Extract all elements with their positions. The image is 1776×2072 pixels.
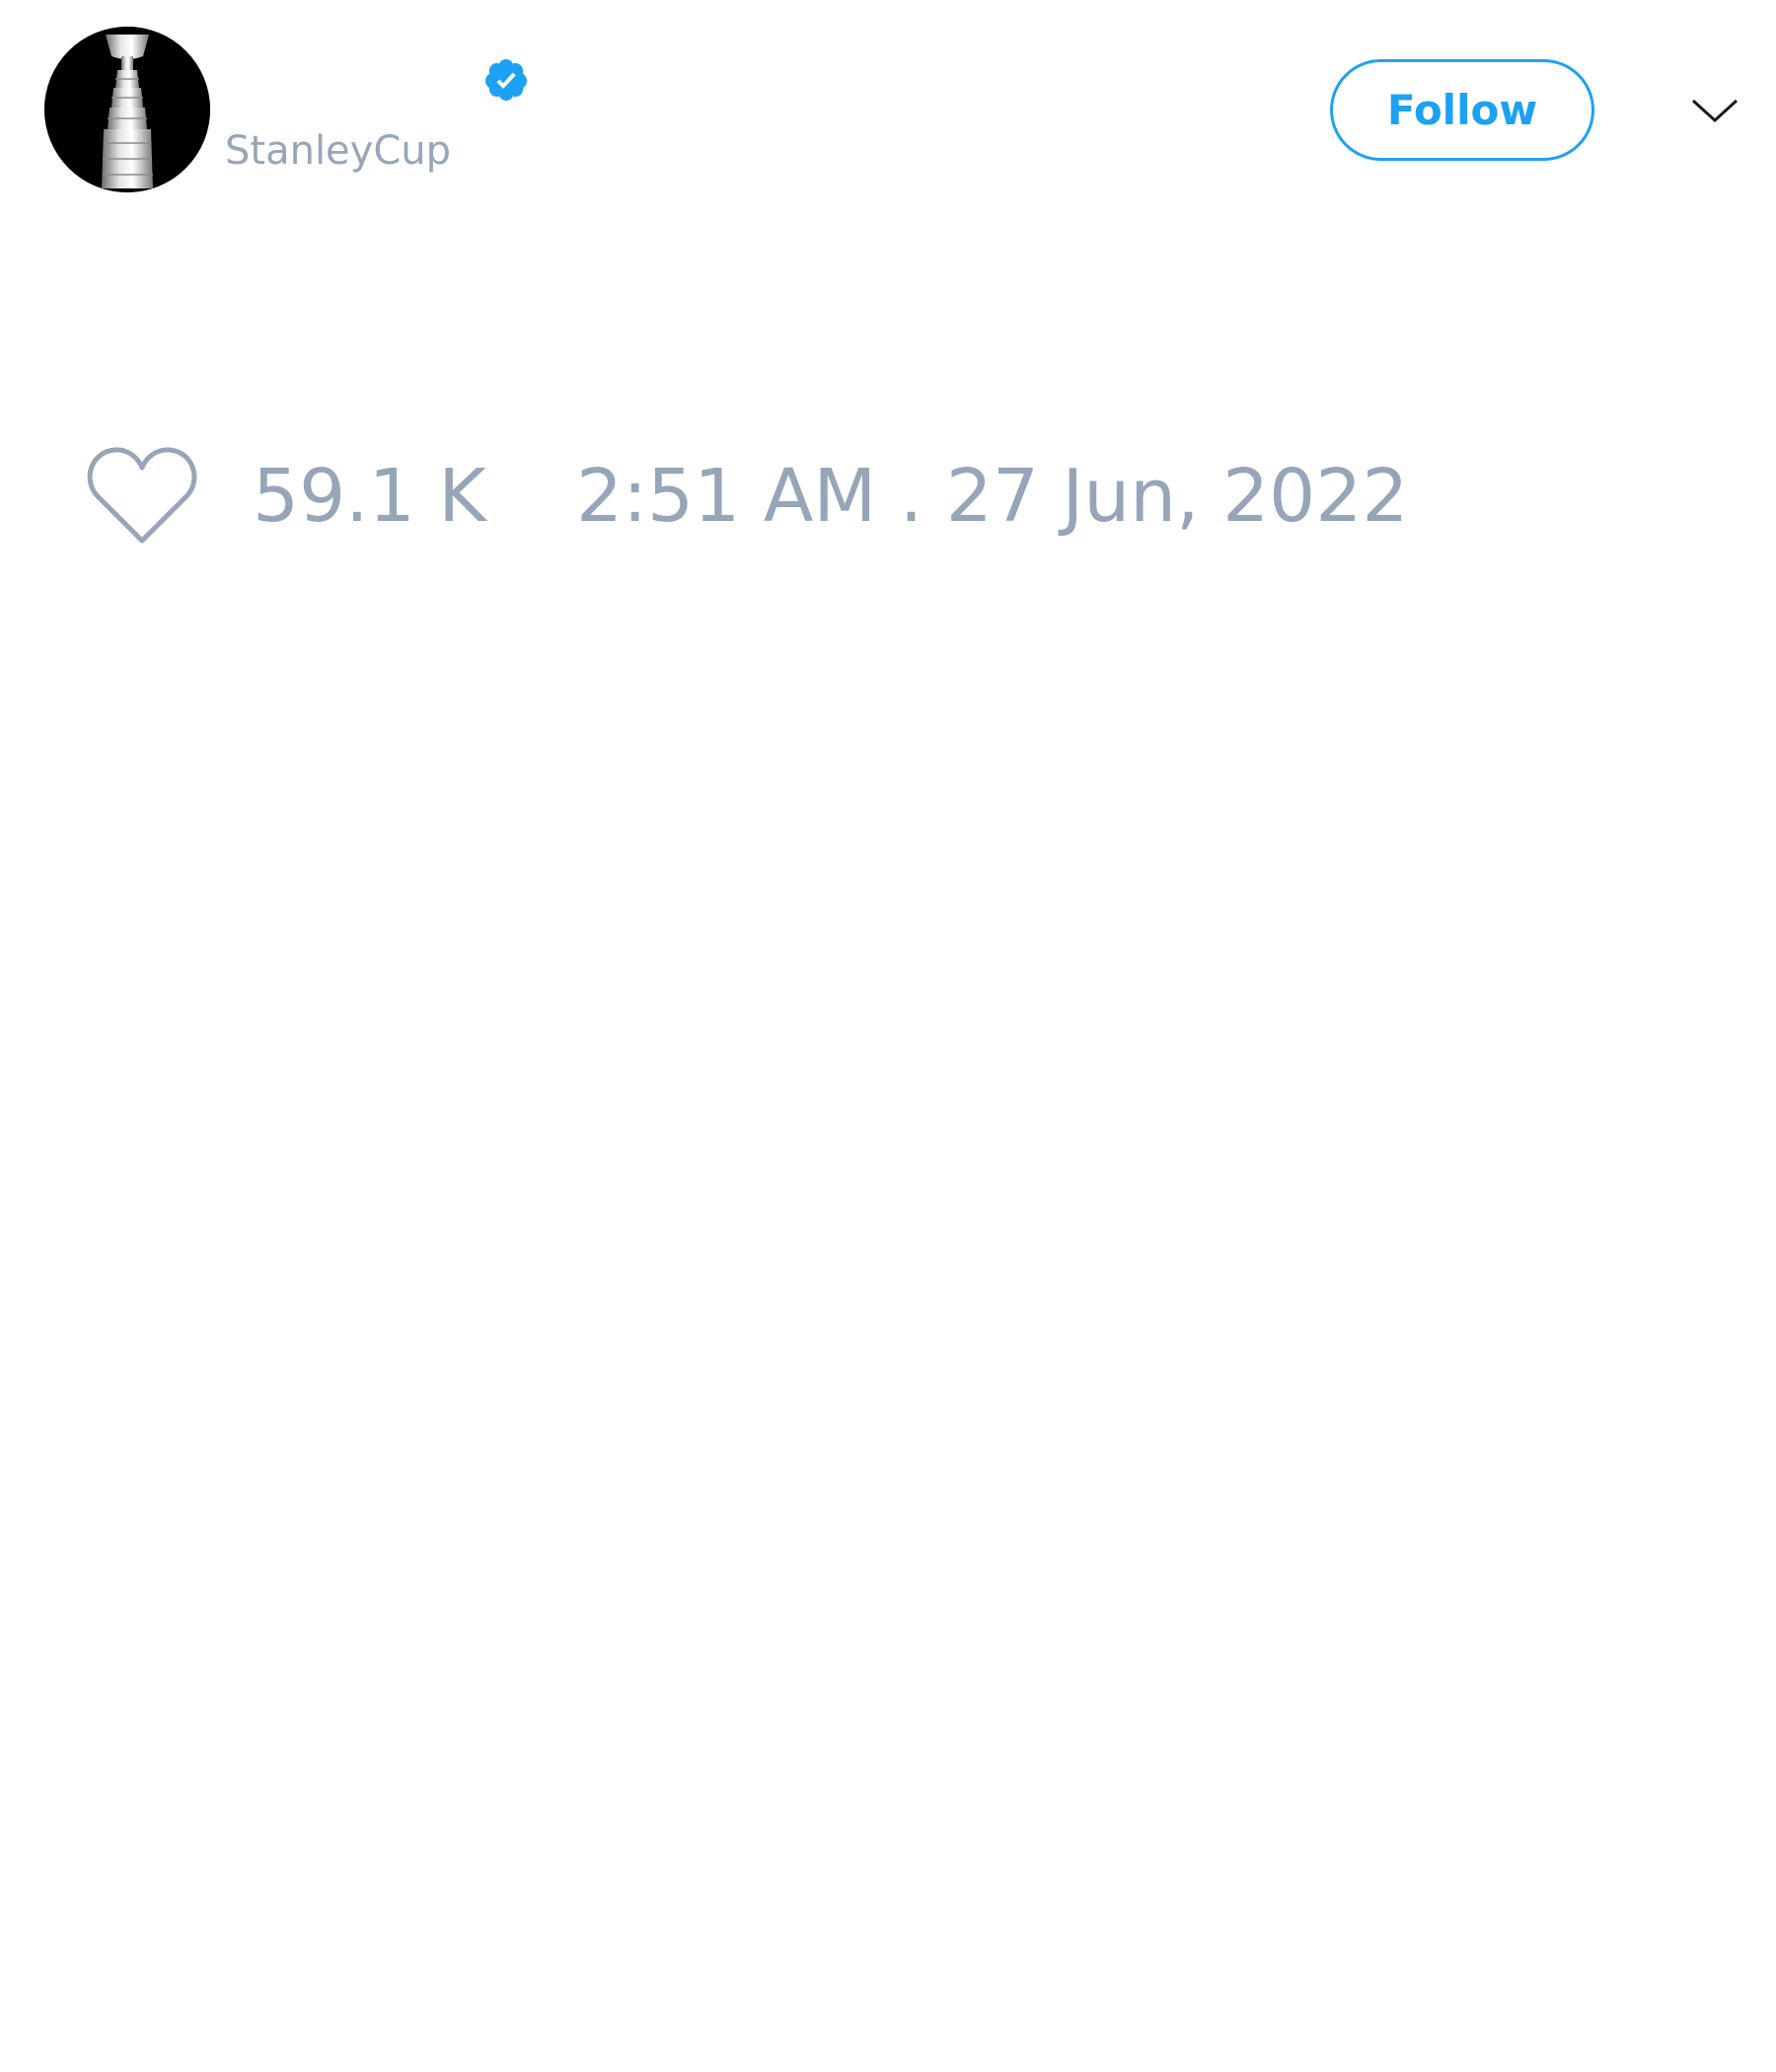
verified-badge-icon [484, 59, 527, 101]
like-count: 59.1 K [253, 454, 486, 539]
chevron-down-icon[interactable] [1690, 91, 1739, 130]
author-handle[interactable]: StanleyCup [225, 125, 451, 177]
stanley-cup-trophy-icon [44, 27, 210, 192]
follow-button[interactable]: Follow [1330, 59, 1594, 161]
tweet-timestamp[interactable]: 2:51 AM . 27 Jun, 2022 [576, 454, 1408, 539]
avatar[interactable] [44, 27, 210, 192]
heart-outline-icon[interactable] [87, 444, 197, 547]
